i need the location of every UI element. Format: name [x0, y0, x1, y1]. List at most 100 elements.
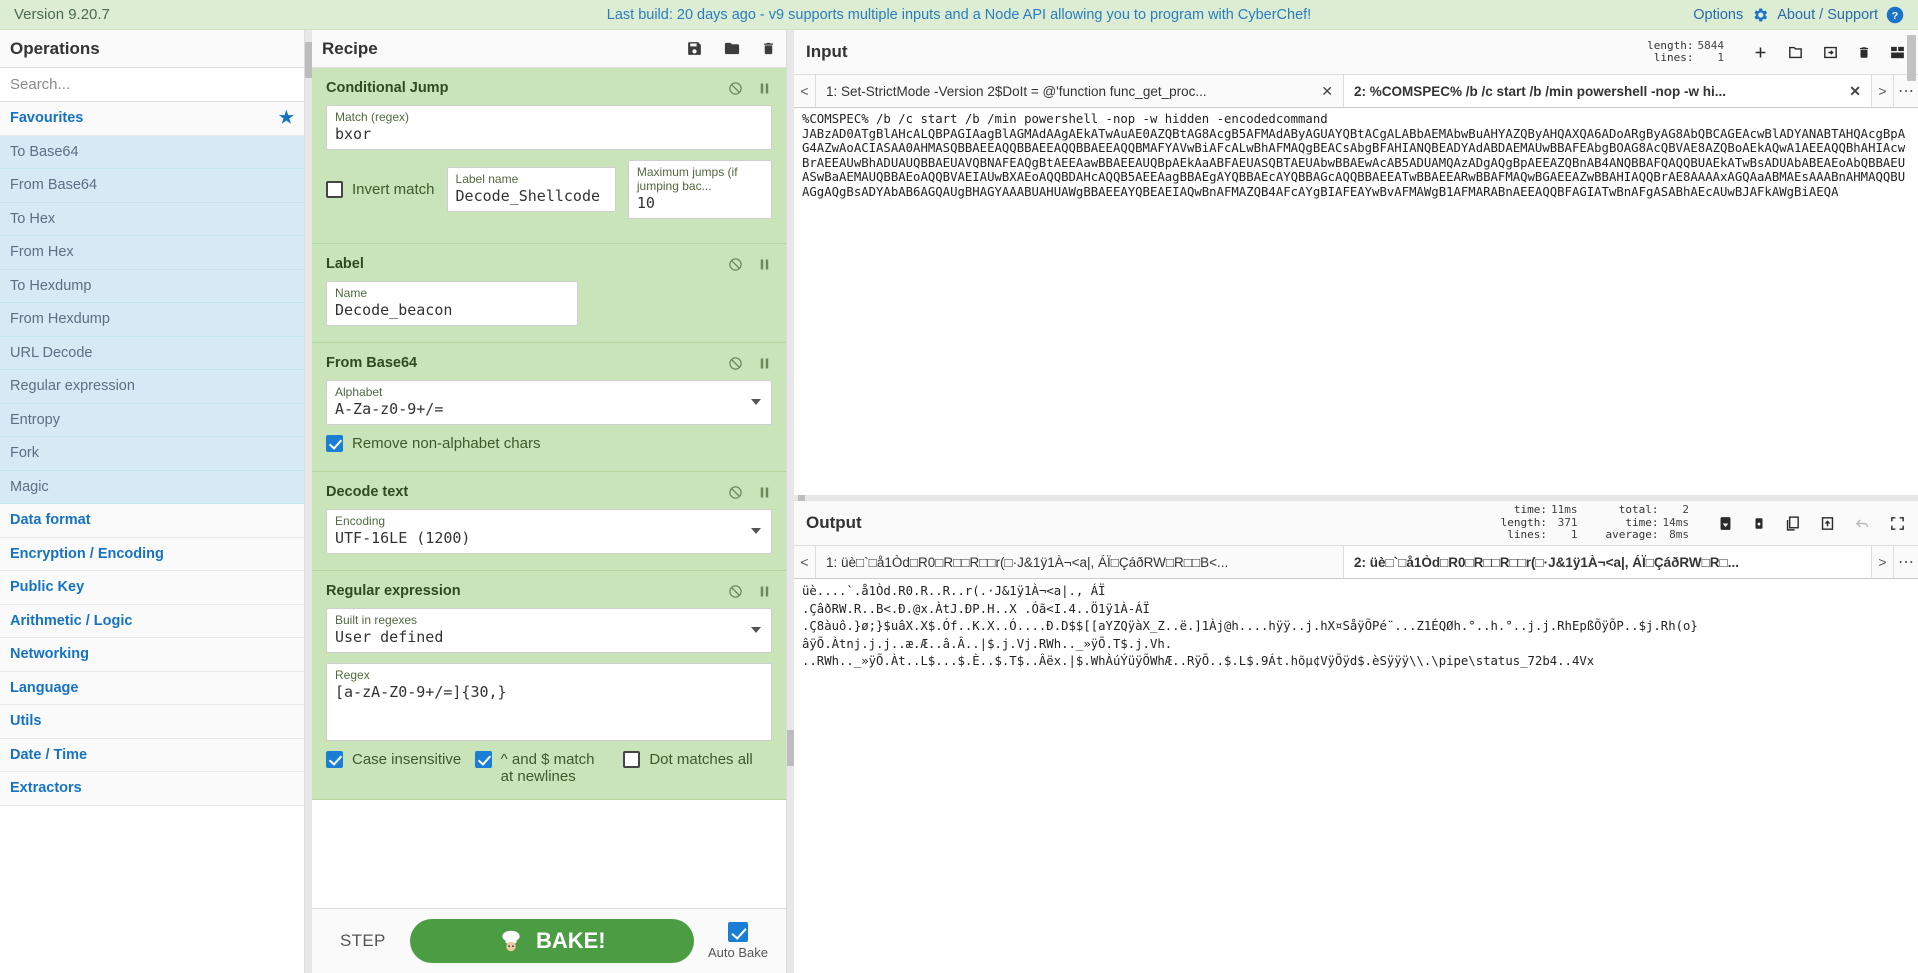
- trash-icon[interactable]: [761, 40, 776, 57]
- gear-icon[interactable]: [1751, 6, 1769, 24]
- clear-io-icon[interactable]: [1857, 44, 1871, 61]
- ops-category-networking[interactable]: Networking: [0, 638, 304, 672]
- search-input[interactable]: [0, 68, 304, 102]
- maximise-icon[interactable]: [1889, 515, 1906, 532]
- input-output-splitter[interactable]: [794, 495, 1918, 501]
- op-label-name-field[interactable]: Name Decode_beacon: [326, 281, 578, 326]
- ops-category-encryption-encoding[interactable]: Encryption / Encoding: [0, 537, 304, 571]
- save-to-file-icon[interactable]: [1717, 515, 1734, 532]
- op-conditional-jump[interactable]: Conditional Jump Match (regex) bxor Invert …: [312, 68, 786, 244]
- replace-input-icon[interactable]: [1819, 515, 1836, 532]
- ops-item-regular-expression[interactable]: Regular expression: [0, 370, 304, 404]
- disable-operation-icon[interactable]: [728, 257, 743, 272]
- disable-operation-icon[interactable]: [728, 356, 743, 371]
- op-regular-expression[interactable]: Regular expression Built in regexes User d…: [312, 571, 786, 800]
- output-tab-1[interactable]: 1: üè□`□å1Òd□R0□R□□R□□r(□·J&1ÿ1À¬<a|, ÁÏ…: [816, 546, 1344, 578]
- op-conditional-jump-match[interactable]: Match (regex) bxor: [326, 105, 772, 150]
- output-textarea[interactable]: üè....`.å1Òd.R0.R..R..r(.·J&1ÿ1À¬<a|., Á…: [794, 579, 1918, 973]
- op-from-base64-alphabet-value[interactable]: A-Za-z0-9+/=: [335, 399, 763, 419]
- ops-category-favourites[interactable]: Favourites ★: [0, 102, 304, 136]
- breakpoint-icon[interactable]: [757, 81, 772, 96]
- ops-item-to-hexdump[interactable]: To Hexdump: [0, 269, 304, 303]
- op-regular-expression-case-insensitive-checkbox[interactable]: [326, 751, 343, 768]
- recipe-io-splitter[interactable]: [787, 30, 794, 973]
- input-tab-1-close-icon[interactable]: ✕: [1321, 83, 1333, 100]
- op-decode-text[interactable]: Decode text Encoding UTF-16LE (1200): [312, 472, 786, 571]
- ops-item-from-hex[interactable]: From Hex: [0, 236, 304, 270]
- input-tab-2[interactable]: 2: %COMSPEC% /b /c start /b /min powersh…: [1344, 75, 1872, 107]
- output-tab-next[interactable]: >: [1872, 546, 1894, 578]
- output-tab-2[interactable]: 2: üè□`□å1Òd□R0□R□□R□□r(□·J&1ÿ1À¬<a|, ÁÏ…: [1344, 546, 1872, 578]
- op-regular-expression-multiline[interactable]: ^ and $ match at newlines: [474, 751, 624, 785]
- op-label-name-field-value[interactable]: Decode_beacon: [335, 300, 569, 320]
- op-conditional-jump-label-name[interactable]: Label name Decode_Shellcode: [446, 167, 616, 212]
- op-regular-expression-dot-matches-all-checkbox[interactable]: [623, 751, 641, 768]
- op-regular-expression-multiline-checkbox[interactable]: [474, 751, 492, 768]
- input-scrollbar[interactable]: [1907, 35, 1916, 81]
- ops-item-from-base64[interactable]: From Base64: [0, 169, 304, 203]
- ops-item-url-decode[interactable]: URL Decode: [0, 336, 304, 370]
- ops-item-to-hex[interactable]: To Hex: [0, 202, 304, 236]
- breakpoint-icon[interactable]: [757, 257, 772, 272]
- reset-layout-icon[interactable]: [1889, 44, 1906, 61]
- breakpoint-icon[interactable]: [757, 485, 772, 500]
- op-conditional-jump-label-name-value[interactable]: Decode_Shellcode: [456, 186, 607, 206]
- ops-category-public-key[interactable]: Public Key: [0, 571, 304, 605]
- op-conditional-jump-match-value[interactable]: bxor: [335, 124, 763, 144]
- op-from-base64-remove-non-alphabet[interactable]: Remove non-alphabet chars: [326, 435, 540, 452]
- op-regular-expression-dot-matches-all[interactable]: Dot matches all: [623, 751, 772, 768]
- folder-icon[interactable]: [723, 40, 741, 57]
- input-tab-next[interactable]: >: [1872, 75, 1894, 107]
- auto-bake-toggle[interactable]: Auto Bake: [708, 922, 768, 960]
- op-decode-text-encoding[interactable]: Encoding UTF-16LE (1200): [326, 509, 772, 554]
- op-regular-expression-regex[interactable]: Regex [a-zA-Z0-9+/=]{30,}: [326, 663, 772, 741]
- copy-icon[interactable]: [1784, 515, 1801, 532]
- op-from-base64[interactable]: From Base64 Alphabet A-Za-z0-9+/= Remove no…: [312, 343, 786, 472]
- ops-category-data-format[interactable]: Data format: [0, 504, 304, 538]
- ops-item-fork[interactable]: Fork: [0, 437, 304, 471]
- add-icon[interactable]: [1752, 44, 1769, 61]
- save-all-icon[interactable]: [1752, 515, 1766, 532]
- ops-category-language[interactable]: Language: [0, 671, 304, 705]
- op-conditional-jump-invert-match[interactable]: Invert match: [326, 181, 435, 198]
- op-regular-expression-case-insensitive[interactable]: Case insensitive: [326, 751, 475, 768]
- input-tab-1[interactable]: 1: Set-StrictMode -Version 2$DoIt = @'fu…: [816, 75, 1344, 107]
- op-from-base64-remove-non-alphabet-checkbox[interactable]: [326, 435, 343, 452]
- op-regular-expression-regex-value[interactable]: [a-zA-Z0-9+/=]{30,}: [335, 682, 763, 702]
- output-tab-menu-icon[interactable]: ⋯: [1894, 546, 1918, 578]
- ops-item-from-hexdump[interactable]: From Hexdump: [0, 303, 304, 337]
- breakpoint-icon[interactable]: [757, 356, 772, 371]
- op-decode-text-encoding-value[interactable]: UTF-16LE (1200): [335, 528, 763, 548]
- step-button[interactable]: STEP: [330, 931, 396, 951]
- op-label[interactable]: Label Name Decode_beacon: [312, 244, 786, 343]
- op-conditional-jump-invert-match-checkbox[interactable]: [326, 181, 343, 198]
- ops-item-magic[interactable]: Magic: [0, 470, 304, 504]
- ops-item-to-base64[interactable]: To Base64: [0, 135, 304, 169]
- op-from-base64-alphabet[interactable]: Alphabet A-Za-z0-9+/=: [326, 380, 772, 425]
- input-textarea[interactable]: %COMSPEC% /b /c start /b /min powershell…: [794, 108, 1918, 495]
- op-regular-expression-builtin[interactable]: Built in regexes User defined: [326, 608, 772, 653]
- ops-recipe-splitter[interactable]: [305, 30, 312, 973]
- bake-button[interactable]: BAKE!: [409, 919, 694, 963]
- input-tab-prev[interactable]: <: [794, 75, 816, 107]
- disable-operation-icon[interactable]: [728, 81, 743, 96]
- folder-open-icon[interactable]: [1787, 44, 1804, 61]
- op-regular-expression-builtin-value[interactable]: User defined: [335, 627, 763, 647]
- save-icon[interactable]: [686, 40, 703, 57]
- ops-item-entropy[interactable]: Entropy: [0, 403, 304, 437]
- help-icon[interactable]: ?: [1886, 6, 1904, 24]
- ops-category-utils[interactable]: Utils: [0, 705, 304, 739]
- ops-category-date-time[interactable]: Date / Time: [0, 738, 304, 772]
- star-icon[interactable]: ★: [279, 108, 294, 128]
- disable-operation-icon[interactable]: [728, 584, 743, 599]
- op-conditional-jump-max-jumps-value[interactable]: 10: [637, 193, 763, 213]
- open-folder-as-input-icon[interactable]: [1822, 44, 1839, 61]
- about-support-button[interactable]: About / Support: [1777, 7, 1878, 23]
- ops-category-arithmetic-logic[interactable]: Arithmetic / Logic: [0, 604, 304, 638]
- options-button[interactable]: Options: [1693, 7, 1743, 23]
- op-conditional-jump-max-jumps[interactable]: Maximum jumps (if jumping bac... 10: [627, 160, 772, 219]
- disable-operation-icon[interactable]: [728, 485, 743, 500]
- breakpoint-icon[interactable]: [757, 584, 772, 599]
- input-tab-2-close-icon[interactable]: ✕: [1849, 83, 1861, 100]
- ops-category-extractors[interactable]: Extractors: [0, 772, 304, 806]
